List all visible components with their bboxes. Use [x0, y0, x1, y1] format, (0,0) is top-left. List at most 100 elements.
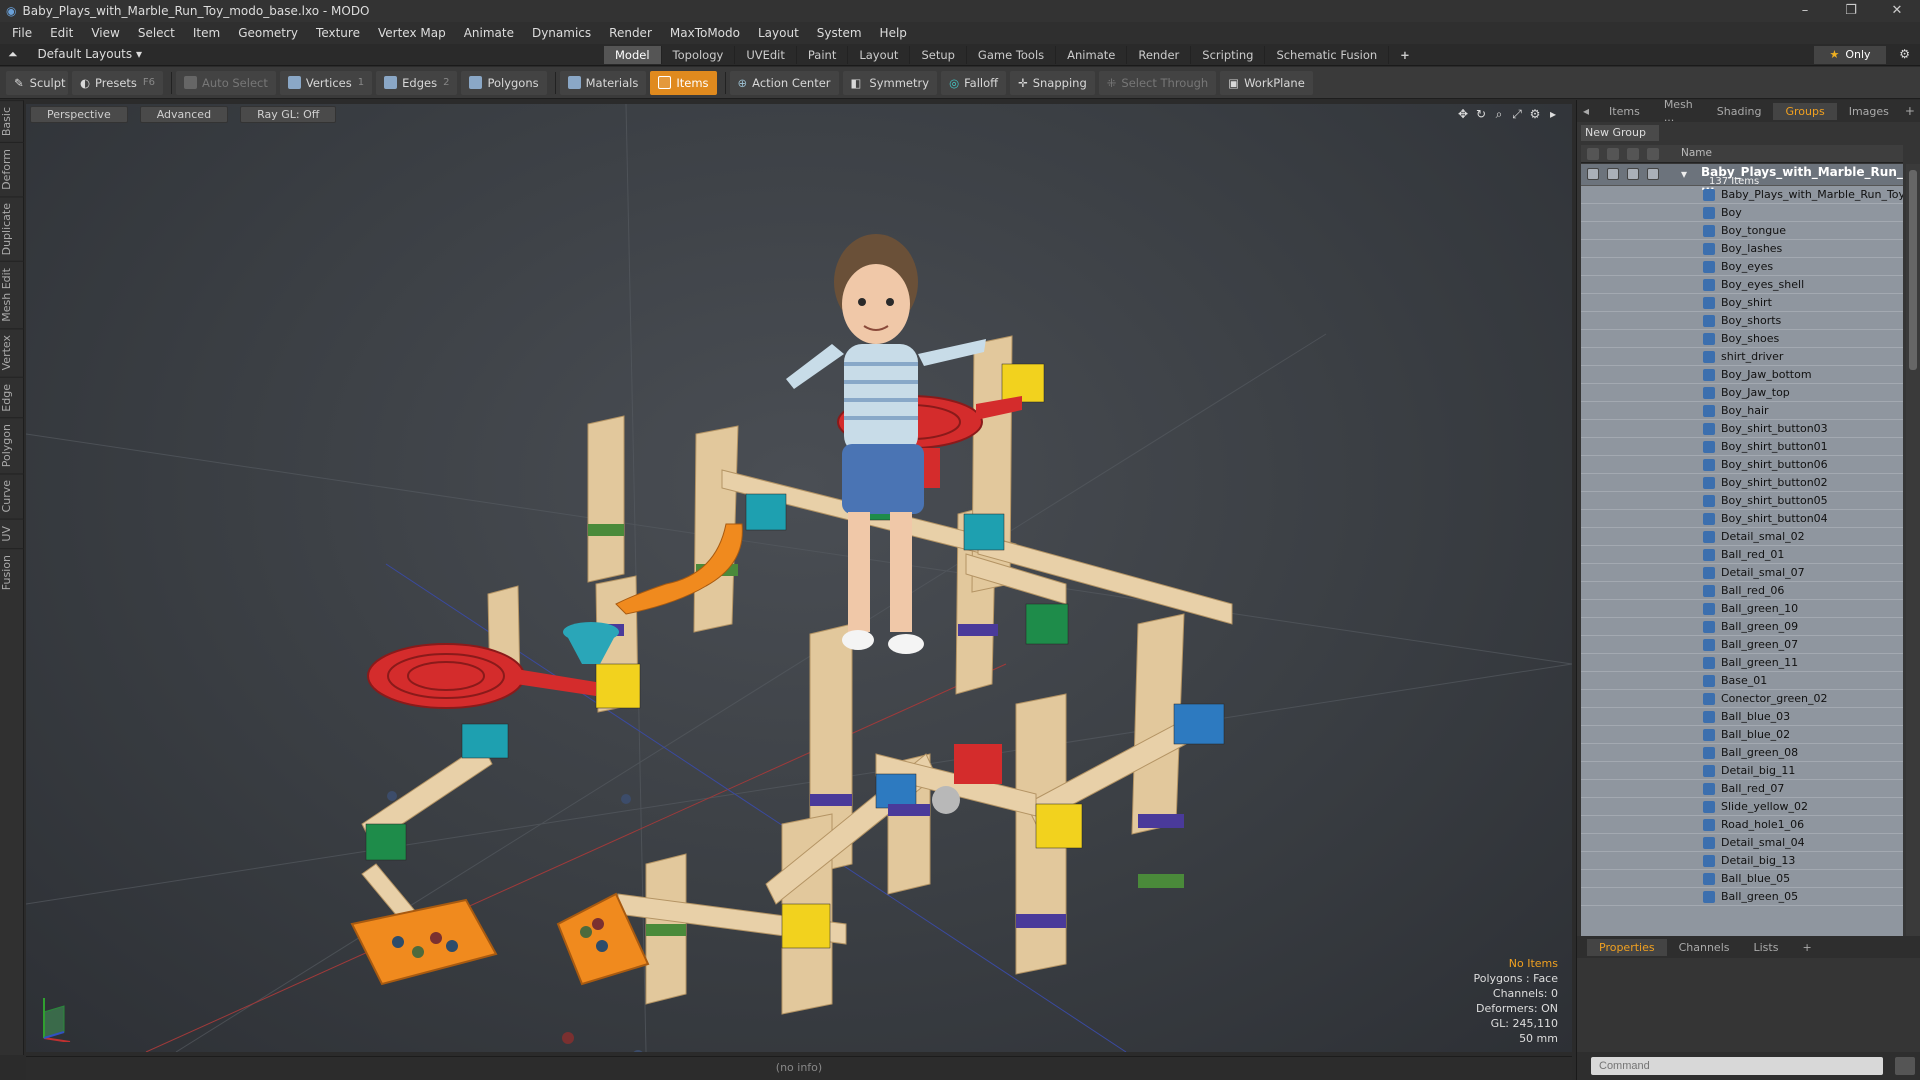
eye-icon[interactable]	[1587, 168, 1599, 180]
tab-lists[interactable]: Lists	[1742, 939, 1791, 956]
vertices-button[interactable]: Vertices 1	[279, 70, 373, 95]
items-button[interactable]: Items	[650, 70, 717, 95]
render-header-icon[interactable]	[1607, 148, 1619, 160]
presets-button[interactable]: ◐ Presets F6	[72, 70, 164, 95]
falloff-button[interactable]: ◎ Falloff	[941, 70, 1007, 95]
select-through-button[interactable]: ⁜ Select Through	[1098, 70, 1217, 95]
list-item[interactable]: Ball_green_05	[1581, 888, 1903, 906]
workplane-button[interactable]: ▣ WorkPlane	[1220, 70, 1313, 95]
list-item[interactable]: Boy_eyes_shell	[1581, 276, 1903, 294]
materials-button[interactable]: Materials	[559, 70, 647, 95]
list-item[interactable]: Detail_smal_04	[1581, 834, 1903, 852]
list-item[interactable]: Detail_big_11	[1581, 762, 1903, 780]
list-item[interactable]: shirt_driver	[1581, 348, 1903, 366]
layout-selector[interactable]: ⏶ Default Layouts ▾	[8, 47, 142, 62]
list-item[interactable]: Ball_blue_02	[1581, 726, 1903, 744]
list-item[interactable]: Conector_green_02	[1581, 690, 1903, 708]
list-item[interactable]: Ball_blue_05	[1581, 870, 1903, 888]
3d-viewport[interactable]: Perspective Advanced Ray GL: Off ✥ ↻ ⌕ ⤢…	[26, 104, 1572, 1052]
menu-maxtomodo[interactable]: MaxToModo	[670, 26, 740, 40]
rotate-icon[interactable]: ↻	[1472, 107, 1490, 122]
list-item[interactable]: Ball_green_10	[1581, 600, 1903, 618]
list-item[interactable]: Detail_big_13	[1581, 852, 1903, 870]
vtab-mesh-edit[interactable]: Mesh Edit	[0, 261, 24, 329]
menu-view[interactable]: View	[91, 26, 119, 40]
vtab-polygon[interactable]: Polygon	[0, 417, 24, 474]
command-history-button[interactable]	[1895, 1057, 1915, 1075]
menu-animate[interactable]: Animate	[464, 26, 514, 40]
list-item[interactable]: Baby_Plays_with_Marble_Run_Toy	[1581, 186, 1903, 204]
action-center-button[interactable]: ⊕ Action Center	[729, 70, 839, 95]
list-scrollbar[interactable]	[1906, 164, 1920, 992]
shading-mode-button[interactable]: Advanced	[139, 106, 229, 123]
tab-animate[interactable]: Animate	[1056, 46, 1128, 64]
only-button[interactable]: ★ Only	[1814, 46, 1886, 64]
pan-icon[interactable]: ✥	[1454, 107, 1472, 122]
tab-topology[interactable]: Topology	[662, 46, 736, 64]
tab-setup[interactable]: Setup	[910, 46, 967, 64]
select-toggle-icon[interactable]	[1647, 168, 1659, 180]
tab-properties[interactable]: Properties	[1587, 938, 1667, 956]
select-header-icon[interactable]	[1647, 148, 1659, 160]
list-item[interactable]: Slide_yellow_02	[1581, 798, 1903, 816]
menu-vertex-map[interactable]: Vertex Map	[378, 26, 446, 40]
lock-header-icon[interactable]	[1627, 148, 1639, 160]
list-item[interactable]: Boy_eyes	[1581, 258, 1903, 276]
list-item[interactable]: Boy_shoes	[1581, 330, 1903, 348]
menu-select[interactable]: Select	[138, 26, 175, 40]
menu-item[interactable]: Item	[193, 26, 220, 40]
list-item[interactable]: Ball_red_01	[1581, 546, 1903, 564]
tab-paint[interactable]: Paint	[797, 46, 849, 64]
minimize-button[interactable]: –	[1782, 0, 1828, 22]
list-item[interactable]: Boy_Jaw_top	[1581, 384, 1903, 402]
vtab-basic[interactable]: Basic	[0, 100, 24, 143]
menu-layout[interactable]: Layout	[758, 26, 799, 40]
symmetry-button[interactable]: ◧ Symmetry	[842, 70, 938, 95]
gear-icon[interactable]: ⚙	[1899, 47, 1910, 61]
polygons-button[interactable]: Polygons	[461, 70, 547, 95]
tab-schematic-fusion[interactable]: Schematic Fusion	[1265, 46, 1390, 64]
list-item[interactable]: Ball_blue_03	[1581, 708, 1903, 726]
fit-icon[interactable]: ⤢	[1508, 107, 1526, 122]
tab-game-tools[interactable]: Game Tools	[967, 46, 1057, 64]
list-item[interactable]: Boy_shirt_button01	[1581, 438, 1903, 456]
tab-render[interactable]: Render	[1127, 46, 1192, 64]
vtab-deform[interactable]: Deform	[0, 142, 24, 197]
list-item[interactable]: Ball_green_07	[1581, 636, 1903, 654]
menu-system[interactable]: System	[817, 26, 862, 40]
raygl-button[interactable]: Ray GL: Off	[240, 106, 337, 123]
expand-chevron-icon[interactable]: ▾	[1681, 167, 1687, 181]
add-bottom-tab-button[interactable]: +	[1790, 939, 1823, 956]
sculpt-button[interactable]: ✎ Sculpt	[6, 70, 68, 95]
lock-icon[interactable]	[1627, 168, 1639, 180]
list-item[interactable]: Boy_shirt_button04	[1581, 510, 1903, 528]
list-item[interactable]: Boy_Jaw_bottom	[1581, 366, 1903, 384]
tab-groups[interactable]: Groups	[1773, 102, 1837, 120]
command-input[interactable]	[1591, 1057, 1883, 1075]
vtab-curve[interactable]: Curve	[0, 473, 24, 519]
vtab-uv[interactable]: UV	[0, 518, 24, 548]
list-item[interactable]: Boy_shorts	[1581, 312, 1903, 330]
menu-dynamics[interactable]: Dynamics	[532, 26, 591, 40]
tab-model[interactable]: Model	[604, 46, 662, 64]
vtab-fusion[interactable]: Fusion	[0, 547, 24, 596]
menu-geometry[interactable]: Geometry	[238, 26, 298, 40]
maximize-button[interactable]: ❐	[1828, 0, 1874, 22]
tab-scripting[interactable]: Scripting	[1191, 46, 1266, 64]
visibility-header-icon[interactable]	[1587, 148, 1599, 160]
list-item[interactable]: Boy_lashes	[1581, 240, 1903, 258]
scrollbar-thumb[interactable]	[1909, 170, 1917, 370]
snapping-button[interactable]: ✛ Snapping	[1010, 70, 1095, 95]
view-mode-button[interactable]: Perspective	[30, 106, 128, 123]
tab-mesh[interactable]: Mesh ...	[1652, 96, 1705, 126]
menu-edit[interactable]: Edit	[50, 26, 73, 40]
tab-channels[interactable]: Channels	[1667, 939, 1742, 956]
edges-button[interactable]: Edges 2	[376, 70, 458, 95]
list-item[interactable]: Detail_smal_02	[1581, 528, 1903, 546]
list-item[interactable]: Boy_shirt_button05	[1581, 492, 1903, 510]
vtab-duplicate[interactable]: Duplicate	[0, 196, 24, 262]
list-item[interactable]: Boy_shirt	[1581, 294, 1903, 312]
list-item[interactable]: Ball_red_07	[1581, 780, 1903, 798]
list-item[interactable]: Detail_smal_07	[1581, 564, 1903, 582]
auto-select-button[interactable]: Auto Select	[176, 70, 276, 95]
